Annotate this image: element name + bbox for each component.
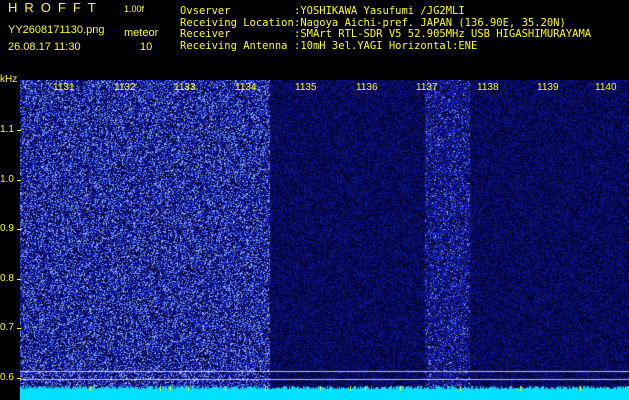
x-label-1133: 1133 [174, 82, 196, 93]
y-tick [17, 279, 21, 280]
x-label-1140: 1140 [595, 82, 617, 93]
x-label-1134: 1134 [235, 82, 257, 93]
y-label-0-9: 0.9 [0, 223, 14, 234]
y-label-1-1: 1.1 [0, 124, 14, 135]
x-label-1135: 1135 [295, 82, 317, 93]
y-axis-unit: kHz [0, 74, 18, 85]
y-label-1-0: 1.0 [0, 174, 14, 185]
info-antenna: Receiving Antenna:10mH 3el.YAGI Horizont… [180, 40, 478, 53]
app-title: HROFFT [8, 0, 103, 15]
x-label-1138: 1138 [477, 82, 499, 93]
timestamp: 26.08.17 11:30 [8, 41, 81, 53]
station-info: Ovserver:YOSHIKAWA Yasufumi /JG2MLI Rece… [180, 5, 591, 53]
x-label-1132: 1132 [114, 82, 136, 93]
y-tick [17, 328, 21, 329]
app-version: 1.00f [124, 4, 145, 14]
meteor-label: meteor [124, 27, 159, 39]
x-label-1131: 1131 [53, 82, 75, 93]
spectrogram-canvas [20, 80, 629, 400]
x-label-1139: 1139 [537, 82, 559, 93]
meteor-count: 10 [140, 41, 153, 53]
y-tick [17, 180, 21, 181]
x-label-1136: 1136 [356, 82, 378, 93]
y-tick [17, 130, 21, 131]
x-label-1137: 1137 [416, 82, 438, 93]
y-label-0-8: 0.8 [0, 273, 14, 284]
y-label-0-7: 0.7 [0, 322, 14, 333]
y-tick [17, 378, 21, 379]
y-label-0-6: 0.6 [0, 372, 14, 383]
image-filename: YY2608171130.png [8, 24, 105, 36]
y-tick [17, 229, 21, 230]
